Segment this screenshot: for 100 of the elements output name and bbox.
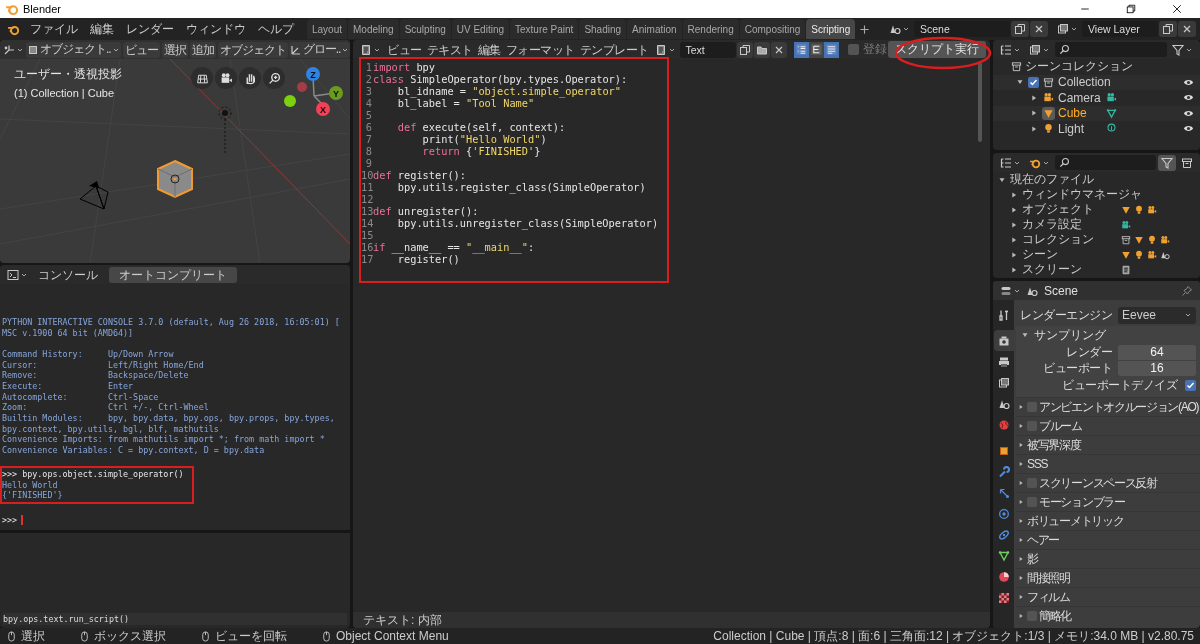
menu-item[interactable]: ファイル [25,21,83,37]
line-number: 14 [361,217,373,229]
menu-item[interactable]: テンプレート [577,41,651,58]
code-line: print("Hello World") [421,133,547,145]
mode-dropdown[interactable]: オブジェクト.. [26,41,121,58]
orientation-dropdown[interactable]: グロー.. [288,41,350,58]
code-line: bl_label = "Tool Name" [396,97,535,109]
field-label: レンダー [1065,343,1112,361]
axis-label: Y [333,88,339,99]
code-line: return {'FINISHED'} [421,145,541,157]
context-label: (1) Collection | Cube [14,87,116,99]
menu-item[interactable]: ビュー [385,41,424,58]
menu-item[interactable]: 編集 [475,41,503,58]
workspace-tab[interactable]: Texture Paint [510,19,579,39]
panel-title[interactable]: アンビエントオクルージョン(AO) [1039,398,1199,416]
tree-item[interactable]: Cube [1058,106,1102,121]
workspace-tab[interactable]: Animation [627,19,682,39]
console-line: >>> bpy.ops.object.simple_operator() [2,468,184,480]
panel-title[interactable]: SSS [1027,457,1048,471]
window-title: Blender [23,3,61,15]
workspace-tab[interactable]: Compositing [739,19,806,39]
run-script-button[interactable]: スクリプト実行 [888,41,986,58]
status-text: テキスト: 内部 [363,611,442,628]
console-prompt[interactable]: >>> [2,514,18,526]
line-number: 9 [364,157,373,169]
code-line: class SimpleOperator(bpy.types.Operator): [373,73,628,85]
workspace-tab[interactable]: UV Editing [451,19,509,39]
line-number: 6 [364,121,373,133]
view-layer-field[interactable]: View Layer [1082,21,1158,37]
panel-title[interactable]: 簡略化 [1039,607,1072,625]
tree-item[interactable]: Light [1058,121,1102,136]
console-line: Convenience Variables: C = bpy.context, D = bpy.data [2,445,266,456]
tree-item[interactable]: オブジェクト [1022,201,1118,218]
menu-item[interactable]: ビュー [122,41,160,58]
number-field[interactable]: 64 [1118,344,1196,360]
line-number: 4 [364,97,373,109]
register-label: 登録 [863,41,887,58]
menu-item[interactable]: 編集 [85,21,119,37]
panel-title[interactable]: 被写界深度 [1027,436,1081,454]
tree-item[interactable]: カメラ設定 [1022,216,1118,233]
menu-item[interactable]: テキスト [424,41,475,58]
panel-title[interactable]: ヘアー [1027,531,1060,549]
checkbox-label: ビューポートデノイズ [1061,377,1179,394]
menu-item[interactable]: オブジェクト [217,41,288,58]
field-label: ビューポート [1042,359,1112,377]
code-line: if __name__ == "__main__": [373,241,535,253]
console-line: MSC v.1900 64 bit (AMD64)] [2,328,135,339]
tree-item[interactable]: シーンコレクション [1025,58,1133,76]
line-number: 15 [361,229,373,241]
workspace-tab[interactable]: Modeling [348,19,399,39]
panel-title[interactable]: 間接照明 [1027,569,1070,587]
line-number: 10 [361,169,373,181]
workspace-tab[interactable]: Layout [307,19,348,39]
line-number: 7 [364,133,373,145]
tree-item[interactable]: スクリーン [1022,261,1118,278]
panel-title[interactable]: サンプリング [1034,326,1106,344]
menu-item[interactable]: 選択 [161,41,188,58]
line-number: 3 [364,85,373,97]
console-line: Zoom: Ctrl +/-, Ctrl-Wheel [2,402,210,414]
panel-title[interactable]: 影 [1027,550,1038,568]
panel-title[interactable]: ブルーム [1039,417,1082,435]
tree-item[interactable]: Camera [1058,90,1102,105]
panel-title[interactable]: ボリューメトリック [1027,512,1124,530]
line-number: 16 [361,241,373,253]
scene-statistics: Collection | Cube | 頂点:8 | 面:6 | 三角面:12 | オブジェクト:1/3 | メモリ:34.0 MB | v2.80.75 [713,627,1194,644]
autocomplete-button[interactable]: オートコンプリート [109,266,237,283]
line-number: 1 [364,61,373,73]
panel-title[interactable]: スクリーンスペース反射 [1039,474,1157,492]
workspace-tab[interactable]: Shading [579,19,627,39]
menu-item[interactable]: フォーマット [503,41,577,58]
console-line: Command History: Up/Down Arrow [2,348,175,360]
axis-label: X [320,104,326,115]
number-field[interactable]: 16 [1118,361,1196,376]
tree-item[interactable]: コレクション [1022,231,1118,248]
navigation-gizmo[interactable]: Z Y X [280,65,346,125]
menu-item[interactable]: レンダー [121,21,179,37]
console-line: Convenience Imports: from mathutils import *; from math import * [2,434,326,446]
tree-item[interactable]: ウィンドウマネージャ [1022,186,1142,203]
panel-title[interactable]: フィルム [1027,588,1070,606]
menu-item[interactable]: 追加 [189,41,216,58]
workspace-tab[interactable]: Sculpting [399,19,451,39]
tree-item[interactable]: シーン [1022,246,1118,263]
workspace-tab[interactable]: Rendering [682,19,739,39]
scene-field[interactable]: Scene [914,21,1010,37]
menu-item[interactable]: コンソール [33,266,103,283]
line-number: 17 [361,253,373,265]
console-line: {'FINISHED'} [2,490,64,501]
line-number: 11 [361,181,373,193]
tree-item[interactable]: 現在のファイル [1010,171,1094,188]
menu-item[interactable]: ウィンドウ [181,21,251,37]
context-path: Scene [1044,283,1079,298]
panel-title[interactable]: モーションブラー [1039,493,1125,511]
menu-item[interactable]: ヘルプ [253,21,299,37]
code-line: register() [397,253,460,265]
text-name-field[interactable]: Text [679,41,736,58]
console-line: Execute: Enter [2,380,135,392]
workspace-tab[interactable]: Scripting [806,19,856,39]
render-engine-dropdown[interactable]: Eevee [1118,306,1196,324]
status-hint: ボックス選択 [94,627,166,644]
line-number: 8 [364,145,373,157]
